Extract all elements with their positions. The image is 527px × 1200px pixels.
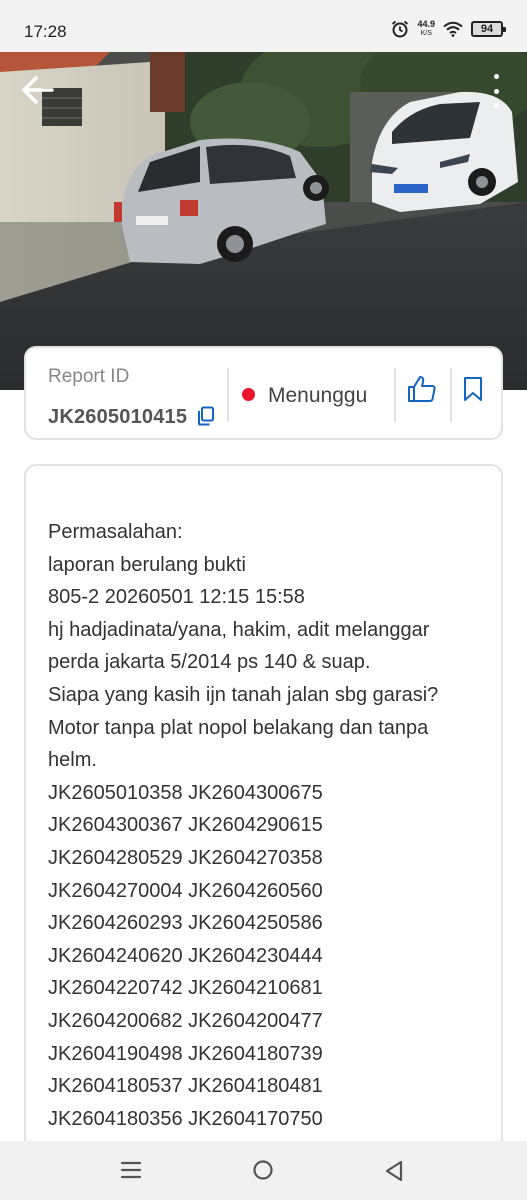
battery-icon: 94 <box>471 21 506 37</box>
home-icon[interactable] <box>252 1159 274 1181</box>
copy-icon[interactable] <box>197 406 215 426</box>
status-badge: Menunggu <box>268 384 368 407</box>
description-line: helm. <box>48 749 97 772</box>
description-line: JK2604240620 JK2604230444 <box>48 944 323 967</box>
description-line: JK2604280529 JK2604270358 <box>48 846 323 869</box>
more-vertical-icon[interactable] <box>491 74 501 108</box>
description-line: 805-2 20260501 12:15 15:58 <box>48 586 305 609</box>
description-card: Permasalahan: laporan berulang bukti 805-2… <box>24 464 503 1200</box>
description-line: JK2604180537 JK2604180481 <box>48 1075 323 1098</box>
thumbs-up-icon[interactable] <box>407 374 437 404</box>
description-line: JK2604180356 JK2604170750 <box>48 1107 323 1130</box>
alarm-icon <box>392 20 409 38</box>
description-line: perda jakarta 5/2014 ps 140 & suap. <box>48 651 371 674</box>
wifi-icon <box>443 21 463 37</box>
speed-value: 44.9 <box>417 19 435 29</box>
divider <box>394 368 396 422</box>
bookmark-icon[interactable] <box>463 376 483 402</box>
description-line: JK2604200682 JK2604200477 <box>48 1009 323 1032</box>
description-line: laporan berulang bukti <box>48 553 246 576</box>
arrow-left-icon[interactable] <box>18 70 58 110</box>
divider <box>450 368 452 422</box>
status-time: 17:28 <box>24 22 67 41</box>
network-speed: 44.9 K/S <box>417 20 435 38</box>
status-bar: 17:28 44.9 K/S 94 <box>0 0 527 52</box>
report-photo[interactable] <box>0 52 527 390</box>
description-line: hj hadjadinata/yana, hakim, adit melangg… <box>48 618 430 641</box>
description-line: JK2604190498 JK2604180739 <box>48 1042 323 1065</box>
description-line: Siapa yang kasih ijn tanah jalan sbg gar… <box>48 683 439 706</box>
description-text: Permasalahan: laporan berulang bukti 805-2… <box>48 516 488 1135</box>
description-line: Motor tanpa plat nopol belakang dan tanp… <box>48 716 429 739</box>
description-line: JK2604220742 JK2604210681 <box>48 977 323 1000</box>
description-line: JK2604260293 JK2604250586 <box>48 912 323 935</box>
description-line: Permasalahan: <box>48 521 183 543</box>
description-line: JK2604300367 JK2604290615 <box>48 814 323 837</box>
status-dot <box>242 388 255 401</box>
report-card: Report ID JK2605010415 Menunggu <box>24 346 503 440</box>
description-line: JK2605010358 JK2604300675 <box>48 781 323 804</box>
report-id-label: Report ID <box>48 366 130 387</box>
navigation-bar <box>0 1141 527 1200</box>
report-id-value: JK2605010415 <box>48 406 188 428</box>
back-icon[interactable] <box>384 1160 404 1182</box>
description-line: JK2604270004 JK2604260560 <box>48 879 323 902</box>
report-photo-image <box>0 52 527 390</box>
speed-unit: K/S <box>420 30 432 37</box>
status-icons: 44.9 K/S 94 <box>391 20 506 38</box>
divider <box>227 368 229 422</box>
menu-icon[interactable] <box>120 1160 142 1180</box>
